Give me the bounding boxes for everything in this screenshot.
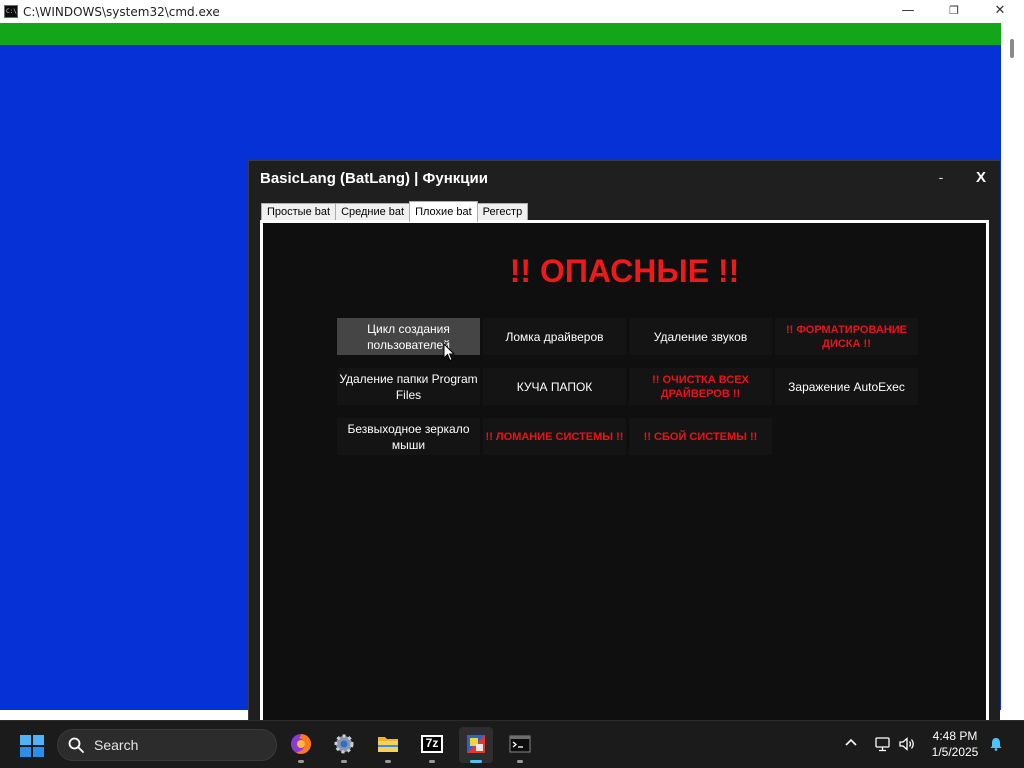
volume-icon[interactable] — [898, 736, 916, 752]
running-indicator — [341, 760, 347, 763]
running-indicator — [298, 760, 304, 763]
running-indicator — [385, 760, 391, 763]
app-window-title: BasicLang (BatLang) | Функции — [260, 170, 488, 187]
cmd-maximize-button[interactable]: ❐ — [931, 0, 977, 23]
notification-bell-icon[interactable] — [989, 737, 1003, 751]
function-button-6[interactable]: КУЧА ПАПОК — [483, 368, 626, 405]
cmd-titlebar[interactable]: C:\ C:\WINDOWS\system32\cmd.exe — ❐ ✕ — [0, 0, 1024, 23]
batlang-app-icon — [467, 735, 485, 753]
tab-2[interactable]: Средние bat — [335, 203, 411, 221]
cmd-scrollbar-thumb[interactable] — [1010, 39, 1014, 58]
firefox-icon — [291, 734, 311, 754]
function-button-8[interactable]: Заражение AutoExec — [775, 368, 918, 405]
app-close-button[interactable]: X — [969, 166, 993, 190]
taskbar-app-terminal[interactable] — [503, 727, 537, 763]
tab-1[interactable]: Простые bat — [261, 203, 337, 221]
function-button-10[interactable]: !! ЛОМАНИЕ СИСТЕМЫ !! — [483, 418, 626, 455]
network-icon[interactable] — [874, 736, 892, 752]
search-icon — [68, 737, 84, 753]
cmd-window-title: C:\WINDOWS\system32\cmd.exe — [23, 5, 220, 19]
taskbar-app-7zip[interactable]: 7z — [415, 727, 449, 763]
danger-heading: !! ОПАСНЫЕ !! — [509, 253, 740, 289]
tab-panel: !! ОПАСНЫЕ !! Цикл создания пользователе… — [260, 220, 989, 721]
cmd-close-button[interactable]: ✕ — [977, 0, 1023, 23]
mouse-cursor-icon — [443, 343, 455, 362]
taskbar-app-settings[interactable] — [327, 727, 361, 763]
function-button-7[interactable]: !! ОЧИСТКА ВСЕХ ДРАЙВЕРОВ !! — [629, 368, 772, 405]
taskbar: Search 7z 4:48 PM 1/5/2025 — [0, 720, 1024, 768]
cmd-minimize-button[interactable]: — — [885, 0, 931, 23]
terminal-icon — [509, 735, 531, 753]
function-button-9[interactable]: Безвыходное зеркало мыши — [337, 418, 480, 455]
tab-panel-content: !! ОПАСНЫЕ !! Цикл создания пользователе… — [263, 223, 986, 721]
app-titlebar[interactable]: BasicLang (BatLang) | Функции - X — [249, 161, 1000, 197]
function-button-2[interactable]: Ломка драйверов — [483, 318, 626, 355]
clock-date: 1/5/2025 — [931, 745, 979, 759]
settings-icon — [334, 734, 354, 754]
app-window: BasicLang (BatLang) | Функции - X Просты… — [248, 160, 1000, 721]
running-indicator — [429, 760, 435, 763]
running-indicator — [517, 760, 523, 763]
search-label: Search — [94, 737, 139, 753]
clock-time: 4:48 PM — [932, 729, 978, 743]
tab-4[interactable]: Регестр — [476, 203, 529, 221]
tab-strip: Простые bat Средние bat Плохие bat Регестр — [261, 201, 529, 222]
cmd-app-icon: C:\ — [4, 5, 18, 18]
taskbar-search-box[interactable]: Search — [57, 729, 277, 761]
function-button-5[interactable]: Удаление папки Program Files — [337, 368, 480, 405]
function-button-4[interactable]: !! ФОРМАТИРОВАНИЕ ДИСКА !! — [775, 318, 918, 355]
app-minimize-button[interactable]: - — [929, 165, 953, 189]
function-button-11[interactable]: !! СБОЙ СИСТЕМЫ !! — [629, 418, 772, 455]
system-clock[interactable]: 4:48 PM 1/5/2025 — [925, 728, 985, 760]
file-explorer-icon — [378, 737, 398, 752]
chevron-up-icon[interactable] — [843, 735, 859, 751]
taskbar-app-file-explorer[interactable] — [371, 727, 405, 763]
taskbar-app-batlang-app[interactable] — [459, 727, 493, 763]
taskbar-app-icon-text: 7z — [425, 736, 439, 750]
windows-start-icon[interactable] — [20, 735, 44, 757]
function-button-1[interactable]: Цикл создания пользователей — [337, 318, 480, 355]
cmd-scrollbar[interactable] — [1001, 23, 1024, 720]
taskbar-app-firefox[interactable] — [284, 727, 318, 763]
running-indicator — [470, 760, 482, 763]
cmd-green-bar — [0, 23, 1001, 45]
tab-3[interactable]: Плохие bat — [409, 201, 478, 222]
function-button-3[interactable]: Удаление звуков — [629, 318, 772, 355]
